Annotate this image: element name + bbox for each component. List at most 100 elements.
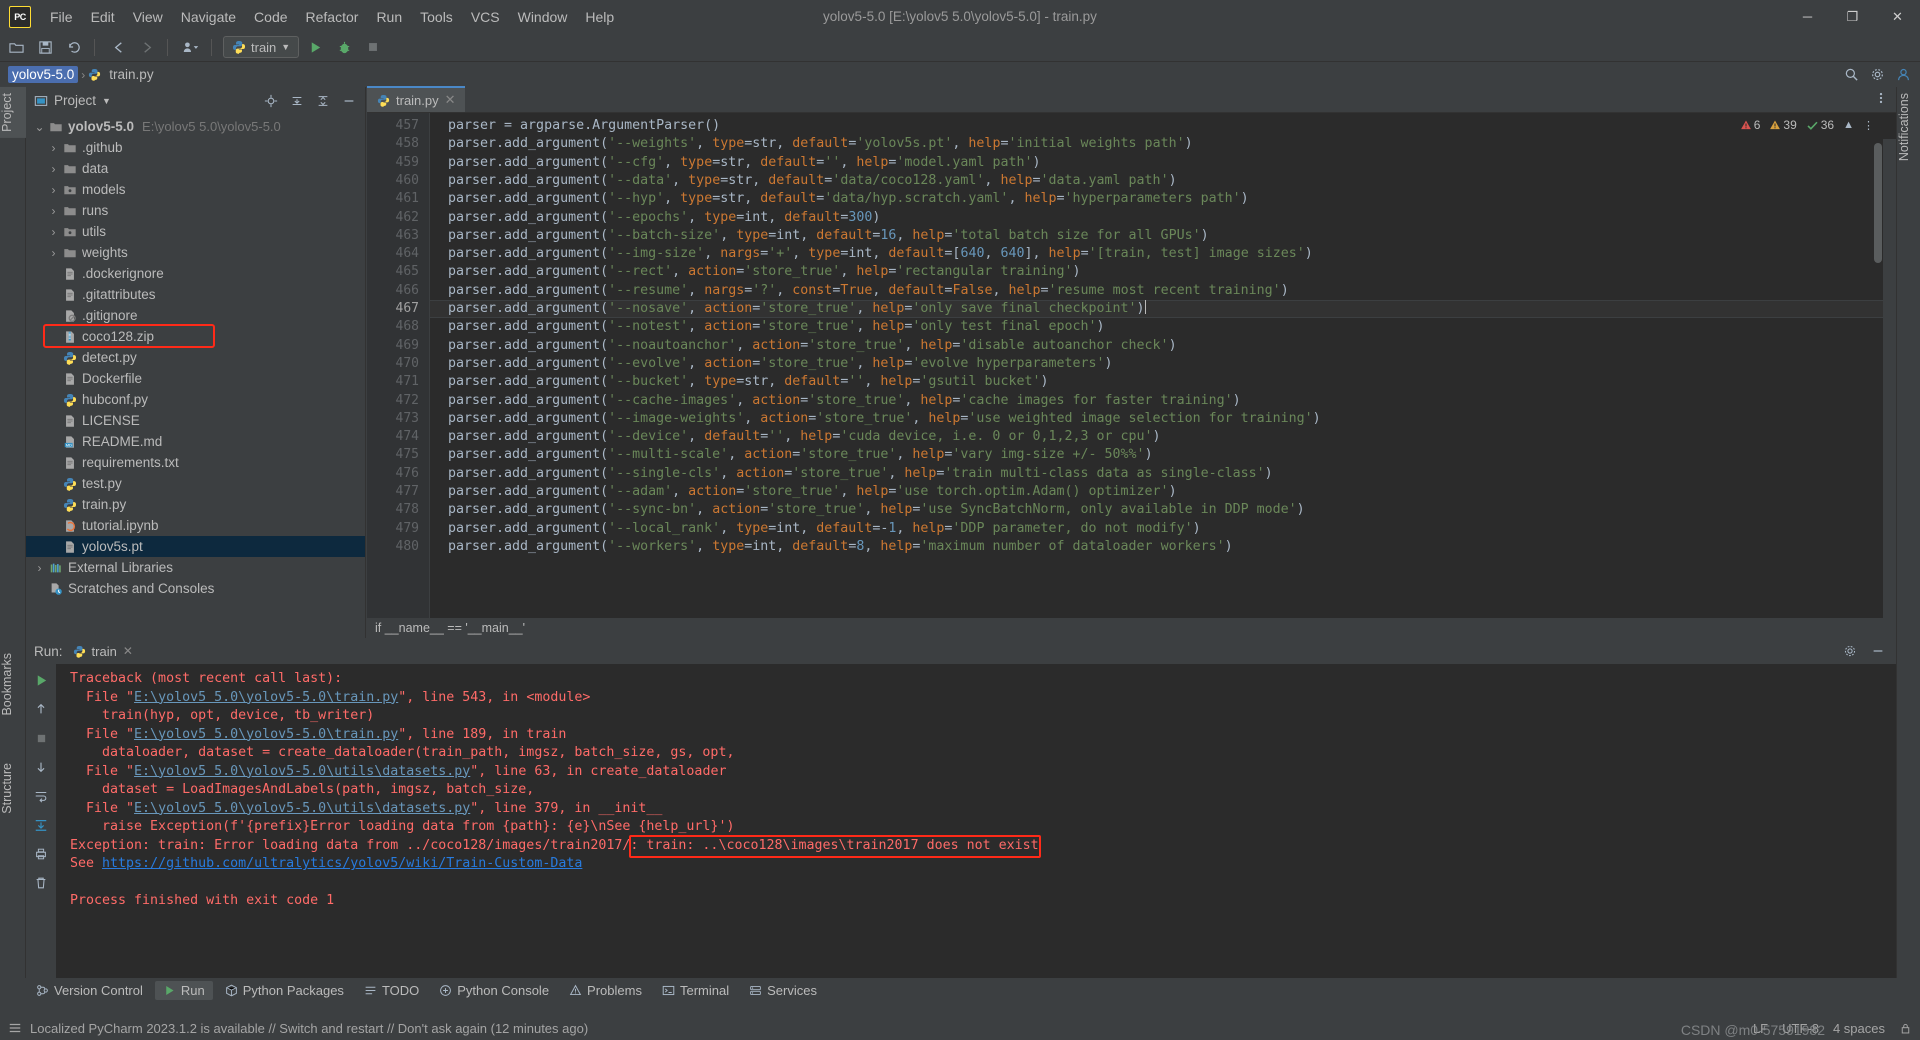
line-number[interactable]: 473 [396, 410, 419, 428]
profile-dropdown-icon[interactable] [178, 35, 204, 59]
tree-twisty-icon[interactable]: › [32, 561, 47, 575]
tree-item-runs[interactable]: › runs [26, 200, 365, 221]
tree-item-yolov5s-pt[interactable]: yolov5s.pt [26, 536, 365, 557]
code-line[interactable]: parser.add_argument('--workers', type=in… [448, 538, 1233, 556]
stop-process-button[interactable] [30, 728, 52, 748]
line-number[interactable]: 458 [396, 135, 419, 153]
file-link[interactable]: E:\yolov5 5.0\yolov5-5.0\utils\datasets.… [134, 801, 470, 816]
line-number[interactable]: 479 [396, 520, 419, 538]
code-line[interactable]: parser.add_argument('--cfg', type=str, d… [448, 154, 1041, 172]
check-count-badge[interactable]: 36 [1806, 118, 1834, 132]
tree-item-hubconf-py[interactable]: hubconf.py [26, 389, 365, 410]
line-number[interactable]: 464 [396, 245, 419, 263]
project-file-tree[interactable]: ⌄ yolov5-5.0 E:\yolov5 5.0\yolov5-5.0 › .git… [26, 114, 365, 599]
rerun-button[interactable] [30, 670, 52, 690]
chevron-down-icon[interactable]: ▼ [102, 96, 111, 106]
bottom-tab-todo[interactable]: TODO [356, 981, 427, 1000]
sidebar-tab-notifications[interactable]: Notifications [1897, 87, 1920, 167]
menu-navigate[interactable]: Navigate [172, 5, 245, 29]
code-line[interactable]: parser.add_argument('--resume', nargs='?… [448, 282, 1289, 300]
chevron-up-icon[interactable]: ▲ [1843, 119, 1854, 131]
menu-window[interactable]: Window [509, 5, 577, 29]
line-number[interactable]: 462 [396, 209, 419, 227]
debug-button[interactable] [331, 35, 357, 59]
gear-icon[interactable] [1840, 641, 1860, 661]
code-line[interactable]: parser.add_argument('--img-size', nargs=… [448, 245, 1313, 263]
code-line[interactable]: parser.add_argument('--image-weights', a… [448, 410, 1321, 428]
status-menu-icon[interactable] [8, 1021, 22, 1035]
editor-tab-train-py[interactable]: train.py ✕ [367, 86, 465, 112]
run-configuration-selector[interactable]: train ▼ [223, 36, 300, 58]
line-number[interactable]: 478 [396, 501, 419, 519]
back-arrow-icon[interactable] [105, 35, 131, 59]
save-icon[interactable] [32, 35, 58, 59]
menu-view[interactable]: View [124, 5, 172, 29]
run-button[interactable] [302, 35, 328, 59]
line-number[interactable]: 465 [396, 263, 419, 281]
tree-twisty-icon[interactable]: › [46, 204, 61, 218]
tree-item--dockerignore[interactable]: .dockerignore [26, 263, 365, 284]
code-line[interactable]: parser.add_argument('--weights', type=st… [448, 135, 1193, 153]
tree-item-yolov5-5-0[interactable]: ⌄ yolov5-5.0 E:\yolov5 5.0\yolov5-5.0 [26, 116, 365, 137]
clear-all-icon[interactable] [30, 873, 52, 893]
line-number[interactable]: 470 [396, 355, 419, 373]
line-number[interactable]: 469 [396, 337, 419, 355]
code-line[interactable]: parser.add_argument('--multi-scale', act… [448, 446, 1153, 464]
sidebar-tab-project[interactable]: Project [0, 87, 26, 138]
bottom-tab-services[interactable]: Services [741, 981, 825, 1000]
tree-twisty-icon[interactable]: › [46, 183, 61, 197]
scroll-down-icon[interactable] [30, 757, 52, 777]
bottom-tab-python-console[interactable]: Python Console [431, 981, 557, 1000]
inspection-widget[interactable]: 6 39 36 ▲ ⋮ [1740, 118, 1874, 132]
tree-item-coco128-zip[interactable]: coco128.zip [26, 326, 365, 347]
hide-panel-icon[interactable] [1868, 641, 1888, 661]
code-line[interactable]: parser.add_argument('--sync-bn', action=… [448, 501, 1305, 519]
account-icon[interactable] [1892, 65, 1914, 85]
hide-panel-icon[interactable] [339, 91, 359, 111]
warning-count-badge[interactable]: 39 [1769, 118, 1797, 132]
locate-file-icon[interactable] [261, 91, 281, 111]
print-icon[interactable] [30, 844, 52, 864]
code-text[interactable]: parser = argparse.ArgumentParser() parser… [430, 113, 1896, 638]
tree-item--github[interactable]: › .github [26, 137, 365, 158]
bottom-tab-problems[interactable]: Problems [561, 981, 650, 1000]
bottom-tab-version-control[interactable]: Version Control [28, 981, 151, 1000]
tree-twisty-icon[interactable]: ⌄ [32, 120, 47, 134]
scroll-to-end-icon[interactable] [30, 815, 52, 835]
tree-twisty-icon[interactable]: › [46, 141, 61, 155]
tree-item-external-libraries[interactable]: › External Libraries [26, 557, 365, 578]
stop-button[interactable] [360, 35, 386, 59]
chevron-down-icon[interactable]: ▼ [281, 42, 290, 52]
lock-icon[interactable] [1899, 1022, 1912, 1035]
code-line[interactable]: parser.add_argument('--cache-images', ac… [448, 392, 1241, 410]
menu-file[interactable]: File [41, 5, 82, 29]
tree-item-readme-md[interactable]: MD README.md [26, 431, 365, 452]
tree-item-dockerfile[interactable]: Dockerfile [26, 368, 365, 389]
tree-item--gitattributes[interactable]: .gitattributes [26, 284, 365, 305]
code-line[interactable]: parser.add_argument('--rect', action='st… [448, 263, 1081, 281]
line-number[interactable]: 463 [396, 227, 419, 245]
maximize-button[interactable]: ❐ [1830, 0, 1875, 33]
tree-item-detect-py[interactable]: detect.py [26, 347, 365, 368]
line-number[interactable]: 476 [396, 465, 419, 483]
run-session-tab[interactable]: train ✕ [73, 644, 133, 659]
tree-item-train-py[interactable]: train.py [26, 494, 365, 515]
tree-item--gitignore[interactable]: .gitignore [26, 305, 365, 326]
file-link[interactable]: E:\yolov5 5.0\yolov5-5.0\train.py [134, 690, 398, 705]
line-number[interactable]: 460 [396, 172, 419, 190]
line-number[interactable]: 466 [396, 282, 419, 300]
tree-twisty-icon[interactable]: › [46, 225, 61, 239]
open-folder-icon[interactable] [3, 35, 29, 59]
forward-arrow-icon[interactable] [134, 35, 160, 59]
code-line[interactable]: parser.add_argument('--noautoanchor', ac… [448, 337, 1177, 355]
code-line[interactable]: parser.add_argument('--device', default=… [448, 428, 1161, 446]
breadcrumb-file[interactable]: train.py [88, 66, 157, 83]
tree-twisty-icon[interactable]: › [46, 246, 61, 260]
tree-item-scratches-and-consoles[interactable]: Scratches and Consoles [26, 578, 365, 599]
code-line[interactable]: parser.add_argument('--local_rank', type… [448, 520, 1201, 538]
tree-item-license[interactable]: LICENSE [26, 410, 365, 431]
code-line[interactable]: parser.add_argument('--notest', action='… [448, 318, 1105, 336]
collapse-all-icon[interactable] [313, 91, 333, 111]
tree-item-tutorial-ipynb[interactable]: tutorial.ipynb [26, 515, 365, 536]
error-count-badge[interactable]: 6 [1740, 118, 1760, 132]
